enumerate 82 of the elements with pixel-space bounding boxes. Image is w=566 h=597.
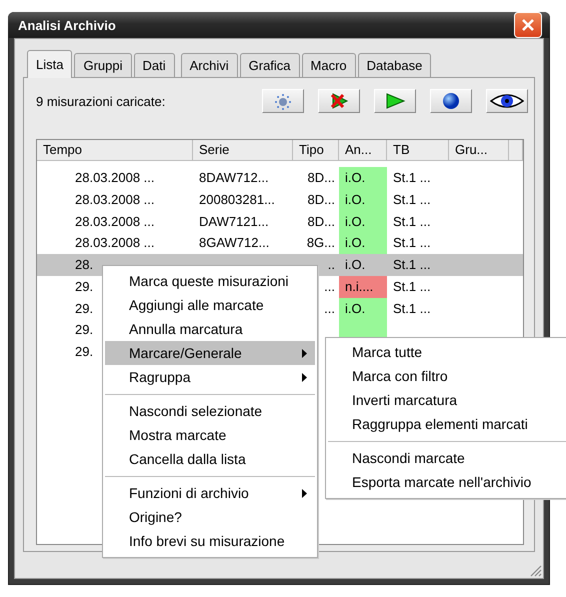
result-text: i.O. — [345, 214, 366, 228]
result-text: i.O. — [345, 170, 366, 185]
menu-item[interactable]: Origine? — [105, 505, 315, 529]
window-title: Analisi Archivio — [18, 18, 116, 32]
result-text: i.O. — [345, 300, 366, 316]
menu-item[interactable]: Raggruppa elementi marcati — [328, 412, 566, 436]
globe-icon — [442, 92, 460, 110]
menu-item[interactable]: Nascondi marcate — [328, 446, 566, 470]
toolbar-button[interactable] — [374, 89, 416, 113]
toolbar-button[interactable] — [486, 89, 528, 113]
cell-text: 8D... — [308, 192, 335, 207]
tab[interactable]: Lista — [27, 50, 72, 78]
cell-text: St.1 ... — [393, 300, 431, 316]
submenu-arrow-icon — [302, 488, 307, 498]
column-header[interactable]: Serie — [193, 140, 293, 161]
tab[interactable]: Database — [358, 53, 432, 77]
column-header[interactable]: Tempo — [37, 140, 193, 161]
menu-item[interactable]: Marca con filtro — [328, 364, 566, 388]
close-button[interactable] — [514, 12, 542, 38]
play-icon — [384, 92, 406, 110]
cell-text: St.1 ... — [393, 170, 431, 185]
cell-text: 29. — [75, 344, 94, 359]
cell-text: St.1 ... — [393, 278, 431, 294]
cell-text: .. — [328, 257, 335, 272]
cell-text: St.1 ... — [393, 257, 431, 272]
menu-item[interactable]: Nascondi selezionate — [105, 399, 315, 423]
menu-item[interactable]: Marca tutte — [328, 340, 566, 364]
menu-item[interactable]: Annulla marcatura — [105, 317, 315, 341]
cell-text: 28.03.2008 ... — [75, 170, 155, 185]
result-text: n.i.... — [345, 278, 374, 294]
cell-text: 8DAW712... — [199, 170, 269, 185]
menu-item[interactable]: Cancella dalla lista — [105, 447, 315, 471]
cell-text: ... — [324, 278, 335, 294]
menu-item[interactable]: Inverti marcatura — [328, 388, 566, 412]
sparkle-icon — [274, 92, 292, 110]
column-header-filler — [509, 140, 523, 161]
cell-text: 29. — [75, 300, 94, 316]
tab[interactable]: Grafica — [240, 53, 300, 77]
toolbar-button[interactable] — [318, 89, 360, 113]
result-text: i.O. — [345, 257, 366, 272]
cell-text: 28.03.2008 ... — [75, 235, 155, 250]
cell-text: 28. — [75, 257, 94, 272]
play-cross-icon — [329, 92, 349, 110]
measurement-count: 9 misurazioni caricate: — [36, 94, 166, 108]
cell-text: DAW7121... — [199, 214, 269, 228]
menu-item[interactable]: Info brevi su misurazione — [105, 529, 315, 553]
resize-grip-icon[interactable] — [530, 565, 542, 577]
menu-item[interactable]: Marca queste misurazioni — [105, 269, 315, 293]
cell-text: St.1 ... — [393, 235, 431, 250]
submenu-arrow-icon — [302, 372, 307, 382]
result-text: i.O. — [345, 192, 366, 207]
submenu-arrow-icon — [302, 348, 307, 358]
cell-text: St.1 ... — [393, 214, 431, 228]
column-header[interactable]: Gru... — [449, 140, 509, 161]
cell-text: St.1 ... — [393, 192, 431, 207]
cell-text: 29. — [75, 322, 94, 338]
cell-text: 8G... — [306, 235, 335, 250]
close-icon — [521, 18, 535, 32]
tab[interactable]: Archivi — [180, 53, 238, 77]
menu-item[interactable]: Mostra marcate — [105, 423, 315, 447]
menu-item[interactable]: Aggiungi alle marcate — [105, 293, 315, 317]
menu-item[interactable]: Funzioni di archivio — [105, 481, 315, 505]
column-header[interactable]: TB — [387, 140, 449, 161]
toolbar-button[interactable] — [430, 89, 472, 113]
cell-text: 28.03.2008 ... — [75, 214, 155, 228]
cell-text: 8D... — [308, 214, 335, 228]
tab[interactable]: Gruppi — [74, 53, 132, 77]
cell-text: ... — [324, 300, 335, 316]
cell-text: 8GAW712... — [199, 235, 270, 250]
tab[interactable]: Macro — [302, 53, 356, 77]
cell-text: 28.03.2008 ... — [75, 192, 155, 207]
cell-text: 200803281... — [199, 192, 275, 207]
result-text: i.O. — [345, 235, 366, 250]
tab[interactable]: Dati — [134, 53, 175, 77]
menu-item[interactable]: Ragruppa — [105, 365, 315, 389]
cell-text: 29. — [75, 278, 94, 294]
eye-icon — [490, 93, 524, 109]
column-header[interactable]: An... — [339, 140, 387, 161]
column-header[interactable]: Tipo — [293, 140, 339, 161]
menu-item[interactable]: Marcare/Generale — [105, 341, 315, 365]
cell-text: 8D... — [308, 170, 335, 185]
menu-item[interactable]: Esporta marcate nell'archivio — [328, 470, 566, 494]
